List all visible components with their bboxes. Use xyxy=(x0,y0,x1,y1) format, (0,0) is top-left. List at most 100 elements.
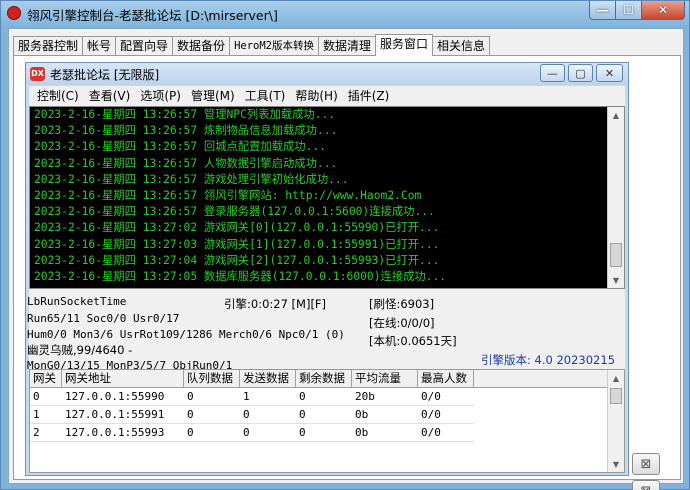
service-window-panel: DX 老瑟批论坛 [无限版] — ▢ ✕ 控制(C) 查看(V) 选项(P) 管… xyxy=(13,55,681,490)
log-scroll-thumb[interactable] xyxy=(610,243,622,267)
close-box-icon: ⊠ xyxy=(640,456,652,472)
menu-control[interactable]: 控制(C) xyxy=(32,86,84,106)
close-icon: ✕ xyxy=(657,3,669,17)
log-line: 2023-2-16-星期四 13:27:02 游戏网关[0](127.0.0.1… xyxy=(34,221,440,235)
log-line: 2023-2-16-星期四 13:27:04 游戏网关[2](127.0.0.1… xyxy=(34,253,440,267)
cell-max-players: 0/0 xyxy=(418,388,474,406)
header-filler xyxy=(474,370,608,388)
col-gate-address[interactable]: 网关地址 xyxy=(62,370,184,388)
maximize-icon: ☐ xyxy=(623,3,634,17)
scroll-down-icon[interactable]: ▼ xyxy=(608,456,624,472)
log-line: 2023-2-16-星期四 13:27:03 游戏网关[1](127.0.0.1… xyxy=(34,237,440,251)
engine-window: DX 老瑟批论坛 [无限版] — ▢ ✕ 控制(C) 查看(V) 选项(P) 管… xyxy=(25,62,629,476)
maximize-icon: ▢ xyxy=(575,66,586,80)
local-uptime: [本机:0.0651天] xyxy=(369,334,457,348)
tab-herom2-convert[interactable]: HeroM2版本转换 xyxy=(229,36,319,55)
minimize-button[interactable]: — xyxy=(589,1,616,20)
cell-remaining: 0 xyxy=(296,424,352,442)
close-box-icon: ⊠ xyxy=(641,484,652,490)
online-count: [在线:0/0/0] xyxy=(369,316,435,330)
log-console[interactable]: 2023-2-16-星期四 13:26:57 管理NPC列表加载成功... 20… xyxy=(29,106,625,289)
table-row[interactable]: 2 127.0.0.1:55993 0 0 0 0b 0/0 xyxy=(30,424,608,442)
log-line: 2023-2-16-星期四 13:26:57 人物数据引擎启动成功... xyxy=(34,156,338,170)
close-button[interactable]: ✕ xyxy=(641,1,685,20)
tab-server-control[interactable]: 服务器控制 xyxy=(13,36,84,55)
scroll-up-icon[interactable]: ▲ xyxy=(608,370,624,386)
cell-gate: 1 xyxy=(30,406,62,424)
cell-sent: 0 xyxy=(240,424,296,442)
monster-info: 幽灵乌贼,99/4640 - xyxy=(27,343,133,357)
cell-queue: 0 xyxy=(184,424,240,442)
grid-scroll-thumb[interactable] xyxy=(610,388,622,404)
log-scrollbar[interactable]: ▲ ▼ xyxy=(607,107,624,288)
status-panel: LbRunSocketTime Run65/11 Soc0/0 Usr0/17 … xyxy=(27,289,625,372)
cell-max-players: 0/0 xyxy=(418,424,474,442)
cell-address: 127.0.0.1:55991 xyxy=(62,406,184,424)
log-line: 2023-2-16-星期四 13:26:57 登录服务器(127.0.0.1:5… xyxy=(34,205,435,219)
col-max-players[interactable]: 最高人数 xyxy=(418,370,474,388)
cell-address: 127.0.0.1:55993 xyxy=(62,424,184,442)
scroll-down-icon[interactable]: ▼ xyxy=(608,272,624,288)
log-lines: 2023-2-16-星期四 13:26:57 管理NPC列表加载成功... 20… xyxy=(34,107,604,285)
grid-scrollbar[interactable]: ▲ ▼ xyxy=(607,370,624,472)
menu-tools[interactable]: 工具(T) xyxy=(240,86,291,106)
cell-remaining: 0 xyxy=(296,388,352,406)
tab-account[interactable]: 帐号 xyxy=(82,36,117,55)
cell-avg-traffic: 0b xyxy=(352,406,418,424)
dx-icon: DX xyxy=(30,67,45,81)
col-sent[interactable]: 发送数据 xyxy=(240,370,296,388)
engine-close-button[interactable]: ✕ xyxy=(596,64,623,82)
log-line: 2023-2-16-星期四 13:26:57 翎风引擎网站: http://ww… xyxy=(34,189,422,203)
close-icon: ✕ xyxy=(604,66,615,80)
cell-max-players: 0/0 xyxy=(418,406,474,424)
engine-time: 引擎:0:0:27 [M][F] xyxy=(224,297,327,311)
menu-view[interactable]: 查看(V) xyxy=(84,86,136,106)
main-window: 翎风引擎控制台-老瑟批论坛 [D:\mirserver\] — ☐ ✕ 服务器控… xyxy=(0,0,690,490)
refresh-monster: [刷怪:6903] xyxy=(369,297,435,311)
table-row[interactable]: 0 127.0.0.1:55990 0 1 0 20b 0/0 xyxy=(30,388,608,406)
log-line: 2023-2-16-星期四 13:26:57 游戏处理引擎初始化成功... xyxy=(34,172,349,186)
title-bar[interactable]: 翎风引擎控制台-老瑟批论坛 [D:\mirserver\] xyxy=(1,1,689,27)
col-remaining[interactable]: 剩余数据 xyxy=(296,370,352,388)
col-avg-traffic[interactable]: 平均流量 xyxy=(352,370,418,388)
run-stats: Run65/11 Soc0/0 Usr0/17 xyxy=(27,312,180,325)
cell-queue: 0 xyxy=(184,406,240,424)
tab-data-cleanup[interactable]: 数据清理 xyxy=(318,36,377,55)
tab-config-wizard[interactable]: 配置向导 xyxy=(115,36,174,55)
gateway-grid[interactable]: 网关 网关地址 队列数据 发送数据 剩余数据 平均流量 最高人数 0 127.0… xyxy=(29,369,625,473)
menu-help[interactable]: 帮助(H) xyxy=(290,86,342,106)
tab-related-info[interactable]: 相关信息 xyxy=(432,36,491,55)
tab-data-backup[interactable]: 数据备份 xyxy=(172,36,231,55)
app-icon xyxy=(7,6,21,20)
cell-sent: 0 xyxy=(240,406,296,424)
tab-strip: 服务器控制 帐号 配置向导 数据备份 HeroM2版本转换 数据清理 服务窗口 … xyxy=(13,34,491,56)
cell-avg-traffic: 0b xyxy=(352,424,418,442)
side-close-button-1[interactable]: ⊠ xyxy=(632,453,660,475)
maximize-button[interactable]: ☐ xyxy=(615,1,642,20)
cell-queue: 0 xyxy=(184,388,240,406)
engine-window-title: 老瑟批论坛 [无限版] xyxy=(50,68,160,82)
menu-bar: 控制(C) 查看(V) 选项(P) 管理(M) 工具(T) 帮助(H) 插件(Z… xyxy=(29,86,625,106)
table-row[interactable]: 1 127.0.0.1:55991 0 0 0 0b 0/0 xyxy=(30,406,608,424)
engine-maximize-button[interactable]: ▢ xyxy=(568,64,593,82)
engine-version: 引擎版本: 4.0 20230215 xyxy=(481,353,616,367)
cell-sent: 1 xyxy=(240,388,296,406)
menu-manage[interactable]: 管理(M) xyxy=(186,86,240,106)
cell-address: 127.0.0.1:55990 xyxy=(62,388,184,406)
engine-title-bar[interactable]: DX 老瑟批论坛 [无限版] — ▢ ✕ xyxy=(26,63,628,85)
hum-stats: Hum0/0 Mon3/6 UsrRot109/1286 Merch0/6 Np… xyxy=(27,328,345,341)
menu-options[interactable]: 选项(P) xyxy=(135,86,186,106)
menu-plugins[interactable]: 插件(Z) xyxy=(343,86,395,106)
cell-gate: 2 xyxy=(30,424,62,442)
engine-client: 控制(C) 查看(V) 选项(P) 管理(M) 工具(T) 帮助(H) 插件(Z… xyxy=(27,86,625,473)
engine-minimize-button[interactable]: — xyxy=(540,64,565,82)
log-line: 2023-2-16-星期四 13:27:05 数据库服务器(127.0.0.1:… xyxy=(34,270,447,284)
col-gate[interactable]: 网关 xyxy=(30,370,62,388)
minimize-icon: — xyxy=(547,66,558,80)
side-close-button-2[interactable]: ⊠ xyxy=(632,480,660,490)
minimize-icon: — xyxy=(596,3,609,17)
grid-header: 网关 网关地址 队列数据 发送数据 剩余数据 平均流量 最高人数 xyxy=(30,370,608,388)
scroll-up-icon[interactable]: ▲ xyxy=(608,107,624,123)
tab-service-window[interactable]: 服务窗口 xyxy=(375,34,434,56)
col-queue[interactable]: 队列数据 xyxy=(184,370,240,388)
